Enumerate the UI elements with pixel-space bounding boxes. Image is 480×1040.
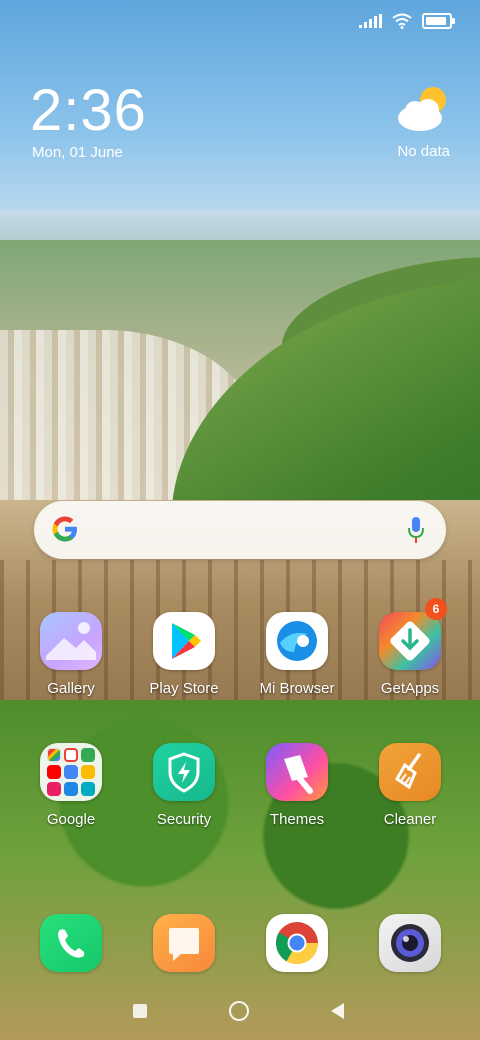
app-label: Gallery	[47, 680, 95, 697]
dock-messages[interactable]	[129, 914, 239, 972]
back-button[interactable]	[331, 1003, 344, 1019]
weather-status[interactable]: No data	[397, 143, 450, 160]
home-button[interactable]	[229, 1001, 249, 1021]
partly-cloudy-icon[interactable]	[396, 86, 452, 134]
clock-time[interactable]: 2:36	[30, 78, 147, 144]
app-label: Mi Browser	[259, 680, 335, 697]
google-search-bar[interactable]	[34, 501, 446, 559]
clock-date[interactable]: Mon, 01 June	[32, 144, 123, 161]
getapps-icon: 6	[379, 598, 447, 670]
status-bar	[359, 8, 455, 34]
app-label: Cleaner	[383, 811, 437, 828]
app-getapps[interactable]: 6 GetApps	[355, 598, 465, 697]
app-cleaner[interactable]: Cleaner	[355, 743, 465, 828]
app-label: Play Store	[149, 680, 219, 697]
app-gallery[interactable]: Gallery	[16, 612, 126, 697]
app-themes[interactable]: Themes	[242, 743, 352, 828]
cleaner-broom-icon	[379, 743, 441, 801]
gallery-icon	[40, 612, 102, 670]
microphone-icon[interactable]	[406, 515, 426, 545]
battery-icon	[422, 13, 455, 29]
app-label: Google	[46, 811, 96, 828]
dock-chrome[interactable]	[242, 914, 352, 972]
app-play-store[interactable]: Play Store	[129, 612, 239, 697]
recents-button[interactable]	[133, 1004, 147, 1018]
camera-icon	[379, 914, 441, 972]
chrome-icon	[266, 914, 328, 972]
themes-brush-icon	[266, 743, 328, 801]
messages-icon	[153, 914, 215, 972]
play-store-icon	[153, 612, 215, 670]
mi-browser-icon	[266, 612, 328, 670]
app-security[interactable]: Security	[129, 743, 239, 828]
dock-phone[interactable]	[16, 914, 126, 972]
signal-bars-icon	[359, 14, 382, 28]
dock-camera[interactable]	[355, 914, 465, 972]
google-logo-icon	[52, 516, 77, 542]
wifi-icon	[392, 13, 412, 29]
app-mi-browser[interactable]: Mi Browser	[242, 612, 352, 697]
phone-icon	[40, 914, 102, 972]
app-label: GetApps	[380, 680, 440, 697]
notification-badge: 6	[425, 598, 447, 620]
app-label: Themes	[269, 811, 325, 828]
app-label: Security	[156, 811, 212, 828]
app-folder-google[interactable]: Google	[16, 743, 126, 828]
security-shield-icon	[153, 743, 215, 801]
google-folder-icon	[40, 743, 102, 801]
